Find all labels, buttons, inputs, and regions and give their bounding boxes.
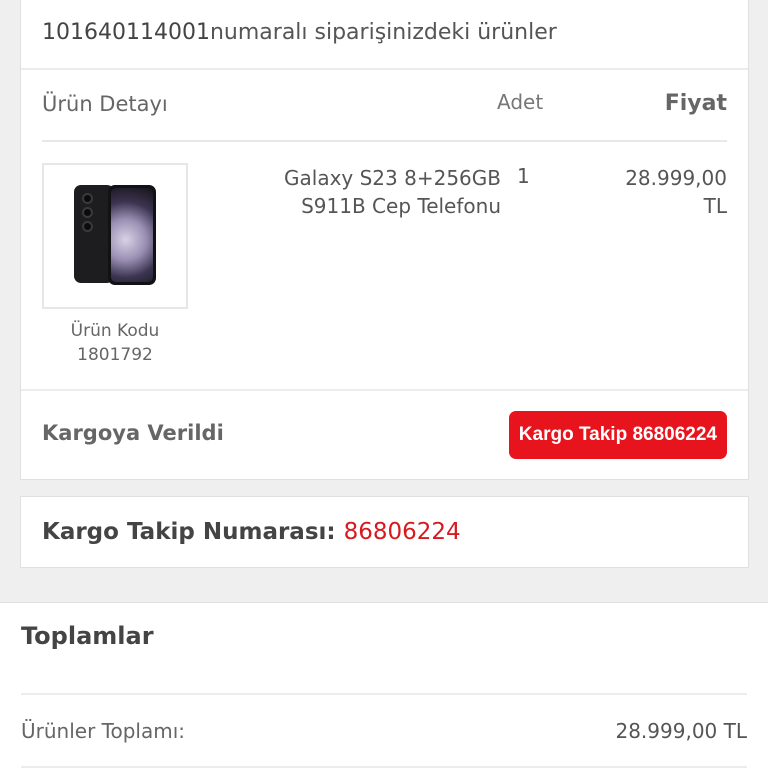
divider — [42, 140, 727, 142]
product-price: 28.999,00 TL — [587, 164, 727, 220]
tracking-number-value[interactable]: 86806224 — [344, 519, 461, 545]
order-header: 101640114001 numaralı siparişinizdeki ürü… — [21, 0, 748, 70]
shipping-status: Kargoya Verildi — [42, 421, 224, 445]
column-qty: Adet — [497, 90, 544, 114]
totals-title: Toplamlar — [21, 622, 154, 650]
phone-screen — [111, 188, 153, 282]
camera-lens — [82, 221, 93, 232]
camera-lens — [82, 207, 93, 218]
tracking-number-label: Kargo Takip Numarası: — [42, 519, 336, 545]
order-number: 101640114001 — [42, 20, 210, 45]
tracking-number-card: Kargo Takip Numarası: 86806224 — [20, 496, 749, 568]
product-price-amount: 28.999,00 — [625, 166, 727, 190]
product-code-label: Ürün Kodu — [70, 321, 160, 341]
divider — [21, 389, 748, 391]
totals-card: Toplamlar Ürünler Toplamı: 28.999,00 TL — [0, 602, 768, 768]
track-shipment-button[interactable]: Kargo Takip 86806224 — [508, 411, 727, 459]
product-quantity: 1 — [517, 164, 530, 188]
product-name-line2: S911B Cep Telefonu — [301, 194, 501, 218]
product-name-line1: Galaxy S23 8+256GB — [284, 166, 501, 190]
product-code-value: 1801792 — [77, 345, 153, 365]
phone-image — [74, 185, 160, 287]
camera-lens — [82, 193, 93, 204]
column-price: Fiyat — [664, 91, 727, 116]
product-price-currency: TL — [703, 194, 727, 218]
product-code: Ürün Kodu 1801792 — [42, 319, 188, 367]
column-detail: Ürün Detayı — [42, 92, 168, 116]
products-total-label: Ürünler Toplamı: — [21, 719, 185, 743]
order-card: 101640114001 numaralı siparişinizdeki ürü… — [20, 0, 749, 480]
product-name[interactable]: Galaxy S23 8+256GB S911B Cep Telefonu — [243, 164, 501, 220]
phone-front — [108, 185, 156, 285]
column-headers: Ürün Detayı Adet Fiyat — [21, 70, 748, 138]
products-total-value: 28.999,00 TL — [615, 719, 747, 743]
order-details-page: 101640114001 numaralı siparişinizdeki ürü… — [0, 0, 768, 768]
product-image[interactable] — [42, 163, 188, 309]
order-header-text: numaralı siparişinizdeki ürünler — [209, 20, 557, 45]
divider — [21, 693, 747, 695]
